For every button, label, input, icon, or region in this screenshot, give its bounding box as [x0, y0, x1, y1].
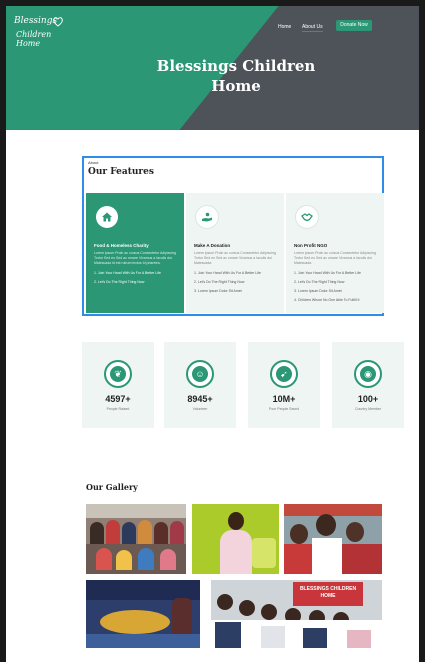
list-item: 2. Let's Do The Right Thing Now: [94, 280, 145, 284]
page: Blessings Children Home Home About Us Do…: [6, 6, 419, 662]
heart-icon: [53, 17, 63, 27]
stat-label: Country Member: [354, 407, 382, 411]
gallery-title: Our Gallery: [86, 482, 138, 492]
list-item: 1. Join Your Hand With Us For A Better L…: [94, 271, 161, 275]
stat-card-volunteer: ☺ 8945+ Volunteer: [164, 342, 236, 428]
gallery-photo-girl-smiling[interactable]: [192, 504, 279, 574]
donation-hand-icon: [196, 206, 218, 228]
features-title: Our Features: [88, 167, 154, 177]
feature-card-donation[interactable]: Make A Donation Lorem ipsum Proin ac cur…: [186, 193, 284, 313]
feature-card-ngo[interactable]: Non Profit NGO Lorem ipsum Proin ac curs…: [286, 193, 384, 313]
donate-now-button[interactable]: Donate Now: [336, 20, 372, 31]
stat-value: 10M+: [272, 394, 296, 404]
handshake-icon: [296, 206, 318, 228]
nav-about-us[interactable]: About Us: [302, 24, 323, 32]
features-section: About Our Features Food & Homeless Chari…: [82, 156, 384, 316]
feature-card-text: Lorem ipsum Proin ac cursus Consectetur …: [194, 251, 276, 265]
stat-value: 100+: [357, 394, 379, 404]
list-item: 4. Children Whom No One Able To Fulfill …: [294, 298, 360, 302]
hero-banner: Blessings Children Home Home About Us Do…: [6, 6, 419, 130]
gallery-photo-classroom[interactable]: [86, 580, 200, 648]
gallery-photo-group-children[interactable]: [86, 504, 186, 574]
stat-label: Volunteer: [192, 407, 208, 411]
bird-icon: ➹: [270, 360, 298, 388]
globe-icon: ◉: [354, 360, 382, 388]
hero-title: Blessings Children Home: [136, 56, 336, 96]
list-item: 1. Join Your Hand With Us For A Better L…: [294, 271, 361, 275]
banner-text: BLESSINGS CHILDREN HOME: [299, 586, 357, 599]
logo-text-line2: Children Home: [16, 30, 52, 48]
logo[interactable]: Blessings Children Home: [14, 14, 70, 48]
stat-label: People Raised: [106, 407, 130, 411]
hero-title-line2: Home: [211, 77, 261, 95]
feature-card-text: Lorem ipsum Proin ac cursus Consectetur …: [294, 251, 376, 265]
home-icon: [96, 206, 118, 228]
feature-card-list: 1. Join Your Hand With Us For A Better L…: [94, 271, 180, 289]
features-eyebrow: About: [88, 160, 99, 165]
feature-card-list: 1. Join Your Hand With Us For A Better L…: [194, 271, 280, 298]
leaf-icon: ❦: [104, 360, 132, 388]
feature-card-title: Non Profit NGO: [294, 243, 328, 248]
list-item: 2. Let's Do The Right Thing Now: [294, 280, 345, 284]
logo-text-line1: Blessings: [14, 16, 58, 26]
feature-card-list: 1. Join Your Hand With Us For A Better L…: [294, 271, 380, 307]
stat-card-country-member: ◉ 100+ Country Member: [332, 342, 404, 428]
feature-card-title: Food & Homeless Charity: [94, 243, 149, 248]
list-item: 3. Lorem Ipsum Dolor Sit Amet: [194, 289, 242, 293]
stat-value: 4597+: [105, 394, 131, 404]
gallery-photo-children-home-banner[interactable]: BLESSINGS CHILDREN HOME: [211, 580, 382, 648]
stat-card-poor-people-saved: ➹ 10M+ Poor People Saved: [248, 342, 320, 428]
stat-value: 8945+: [187, 394, 213, 404]
feature-card-text: Lorem ipsum Proin ac cursus Consectetur …: [94, 251, 176, 265]
feature-card-food-charity[interactable]: Food & Homeless Charity Lorem ipsum Proi…: [86, 193, 184, 313]
feature-card-title: Make A Donation: [194, 243, 231, 248]
list-item: 2. Let's Do The Right Thing Now: [194, 280, 245, 284]
gallery-photo-boys-group[interactable]: [284, 504, 382, 574]
hero-title-line1: Blessings Children: [156, 57, 316, 75]
stat-card-people-raised: ❦ 4597+ People Raised: [82, 342, 154, 428]
list-item: 1. Join Your Hand With Us For A Better L…: [194, 271, 261, 275]
stat-label: Poor People Saved: [268, 407, 300, 411]
people-icon: ☺: [186, 360, 214, 388]
list-item: 3. Lorem Ipsum Dolor Sit Amet: [294, 289, 342, 293]
nav-home[interactable]: Home: [278, 24, 291, 30]
